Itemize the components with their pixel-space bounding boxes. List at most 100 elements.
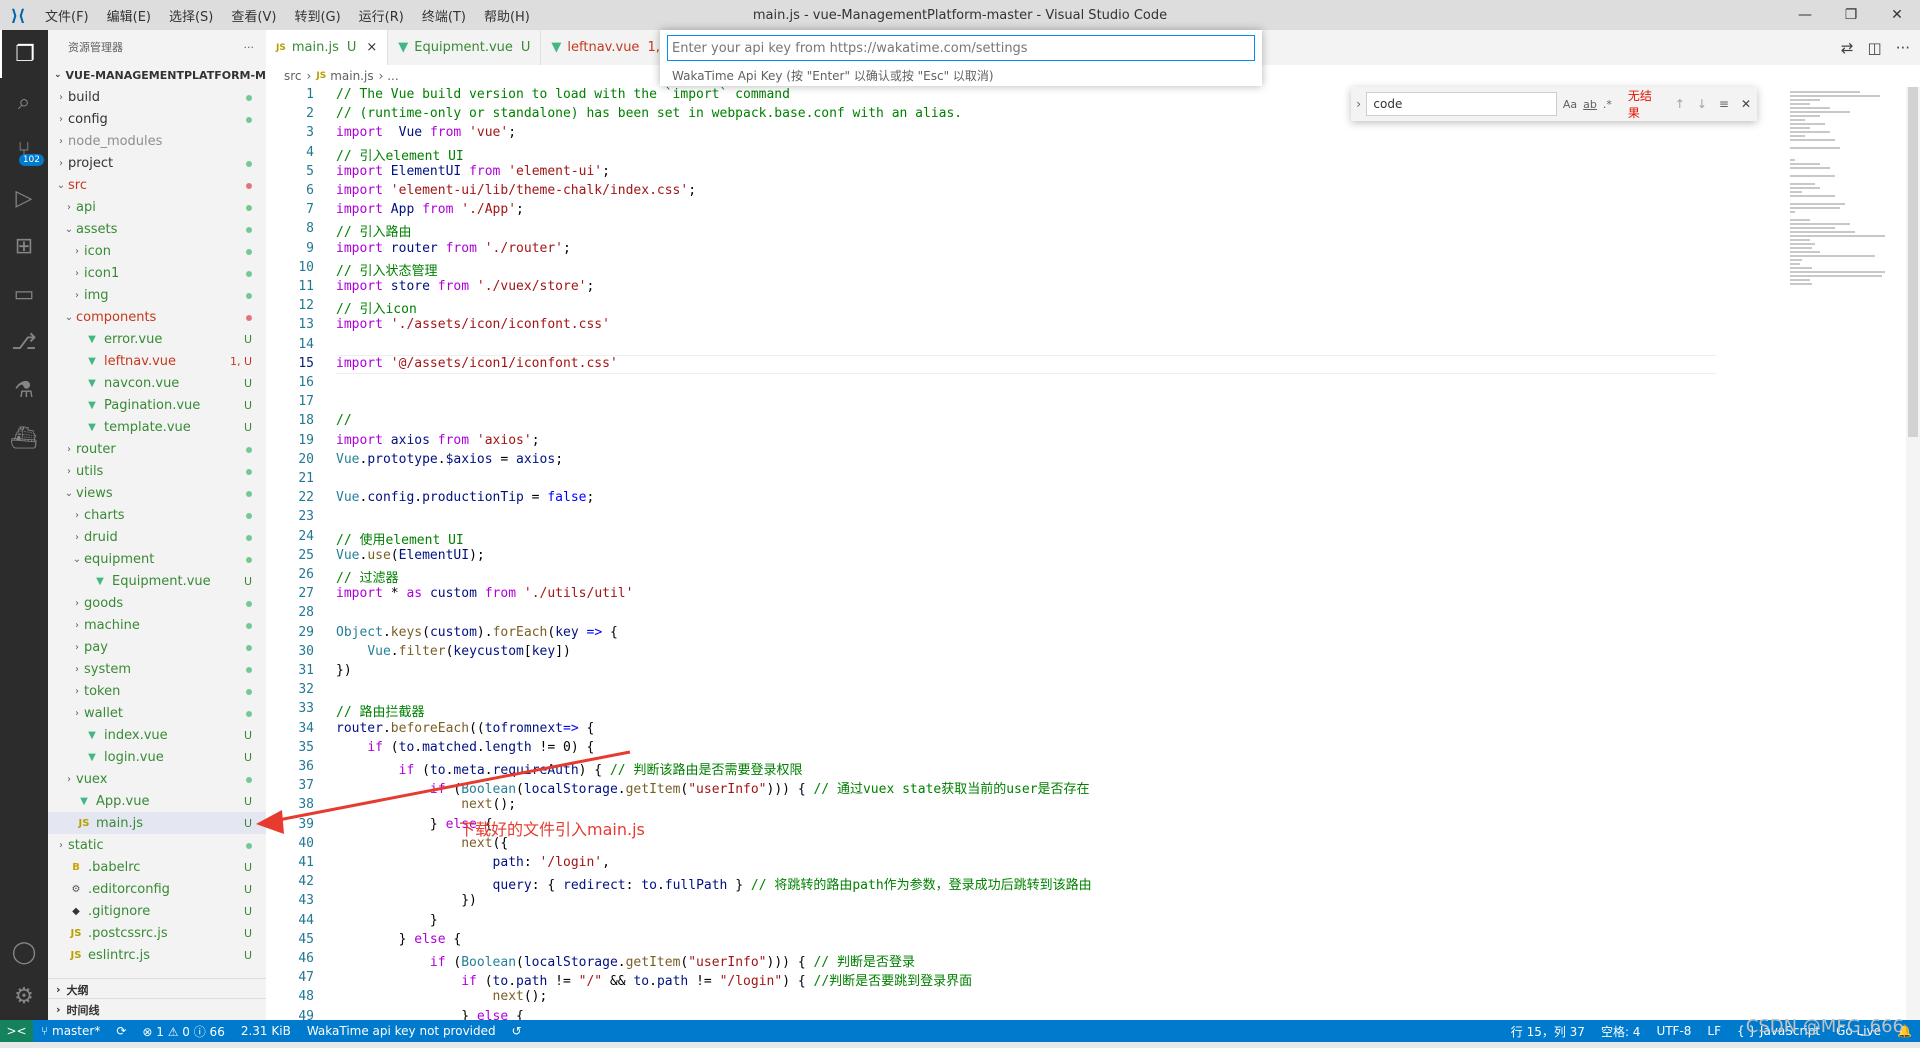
menu-item-1[interactable]: 编辑(E): [98, 6, 160, 25]
tree-item--gitignore[interactable]: ◆ .gitignore U: [48, 900, 266, 922]
code-line[interactable]: Object.keys(custom).forEach(key => {: [336, 625, 618, 640]
code-editor[interactable]: 1 // The Vue build version to load with t…: [266, 87, 1786, 1020]
compare-icon[interactable]: ⇄: [1841, 39, 1854, 57]
code-line[interactable]: }): [336, 663, 352, 678]
menu-item-4[interactable]: 转到(G): [285, 6, 349, 25]
menu-item-3[interactable]: 查看(V): [222, 6, 285, 25]
explorer-icon[interactable]: ❐: [0, 30, 48, 78]
tree-item-machine[interactable]: › machine: [48, 614, 266, 636]
tree-item-views[interactable]: ⌄ views: [48, 482, 266, 504]
tree-item-assets[interactable]: ⌄ assets: [48, 218, 266, 240]
branch-indicator[interactable]: ⑂ master*: [41, 1024, 100, 1038]
code-line[interactable]: // 引入icon: [336, 298, 417, 317]
breadcrumb-src[interactable]: src: [284, 69, 302, 83]
code-line[interactable]: //: [336, 413, 352, 428]
next-match-icon[interactable]: ↓: [1697, 97, 1707, 111]
split-editor-icon[interactable]: ◫: [1868, 39, 1882, 57]
outline-section[interactable]: › 大纲: [48, 978, 266, 1000]
tab-main-js[interactable]: JS main.js U ×: [266, 30, 389, 65]
code-line[interactable]: }: [336, 913, 438, 928]
close-find-icon[interactable]: ✕: [1741, 97, 1751, 111]
tree-item-router[interactable]: › router: [48, 438, 266, 460]
code-line[interactable]: } else {: [336, 932, 462, 947]
tree-item-leftnav-vue[interactable]: ▼ leftnav.vue 1, U: [48, 350, 266, 372]
previous-match-icon[interactable]: ↑: [1675, 97, 1685, 111]
code-line[interactable]: next();: [336, 797, 516, 812]
account-icon[interactable]: ◯: [0, 928, 48, 976]
menu-item-5[interactable]: 运行(R): [350, 6, 413, 25]
tree-item-components[interactable]: ⌄ components: [48, 306, 266, 328]
code-line[interactable]: import store from './vuex/store';: [336, 279, 594, 294]
tree-item--editorconfig[interactable]: ⚙ .editorconfig U: [48, 878, 266, 900]
tree-item-login-vue[interactable]: ▼ login.vue U: [48, 746, 266, 768]
extensions-icon[interactable]: ⊞: [0, 222, 48, 270]
regex-toggle[interactable]: .*: [1603, 98, 1612, 111]
tree-item-main-js[interactable]: JS main.js U: [48, 812, 266, 834]
code-line[interactable]: import './assets/icon/iconfont.css': [336, 317, 610, 332]
breadcrumb-file[interactable]: main.js: [330, 69, 373, 83]
tree-item-vuex[interactable]: › vuex: [48, 768, 266, 790]
tree-item-static[interactable]: › static: [48, 834, 266, 856]
code-line[interactable]: import App from './App';: [336, 202, 524, 217]
tree-item-utils[interactable]: › utils: [48, 460, 266, 482]
match-case-toggle[interactable]: Aa: [1563, 98, 1577, 111]
find-input[interactable]: code: [1366, 92, 1557, 116]
tree-item-index-vue[interactable]: ▼ index.vue U: [48, 724, 266, 746]
code-line[interactable]: import * as custom from './utils/util': [336, 586, 633, 601]
more-actions-icon[interactable]: ···: [244, 41, 255, 54]
code-line[interactable]: // 引入路由: [336, 221, 411, 240]
breadcrumb-symbol[interactable]: › ...: [379, 69, 399, 83]
code-line[interactable]: // 过滤器: [336, 567, 398, 586]
run-debug-icon[interactable]: ▷: [0, 174, 48, 222]
encoding[interactable]: UTF-8: [1656, 1024, 1691, 1038]
settings-gear-icon[interactable]: ⚙: [0, 972, 48, 1020]
tree-item-build[interactable]: › build: [48, 86, 266, 108]
code-line[interactable]: if (Boolean(localStorage.getItem("userIn…: [336, 951, 915, 970]
tree-item-pagination-vue[interactable]: ▼ Pagination.vue U: [48, 394, 266, 416]
tree-item-navcon-vue[interactable]: ▼ navcon.vue U: [48, 372, 266, 394]
remote-explorer-icon[interactable]: ▭: [0, 270, 48, 318]
tree-item-template-vue[interactable]: ▼ template.vue U: [48, 416, 266, 438]
tree-item-charts[interactable]: › charts: [48, 504, 266, 526]
tree-item-wallet[interactable]: › wallet: [48, 702, 266, 724]
code-line[interactable]: Vue.config.productionTip = false;: [336, 490, 594, 505]
minimap[interactable]: [1786, 87, 1896, 347]
sync-icon[interactable]: ⟳: [116, 1024, 126, 1038]
code-line[interactable]: Vue.filter(keycustom[key]): [336, 644, 571, 659]
code-line[interactable]: }): [336, 893, 477, 908]
indentation[interactable]: 空格: 4: [1601, 1023, 1641, 1040]
menu-item-7[interactable]: 帮助(H): [475, 6, 539, 25]
tree-item-project[interactable]: › project: [48, 152, 266, 174]
code-line[interactable]: // 引入element UI: [336, 145, 464, 164]
testing-icon[interactable]: ⚗: [0, 366, 48, 414]
tree-item-goods[interactable]: › goods: [48, 592, 266, 614]
match-word-toggle[interactable]: ab: [1583, 98, 1597, 111]
timeline-section[interactable]: › 时间线: [48, 998, 266, 1020]
code-line[interactable]: Vue.use(ElementUI);: [336, 548, 485, 563]
tree-item-api[interactable]: › api: [48, 196, 266, 218]
code-line[interactable]: path: '/login',: [336, 855, 610, 870]
restore-icon[interactable]: ❐: [1828, 0, 1874, 30]
code-line[interactable]: if (to.matched.length != 0) {: [336, 740, 594, 755]
tree-item-token[interactable]: › token: [48, 680, 266, 702]
tab-equipment-vue[interactable]: ▼ Equipment.vue U: [388, 30, 542, 65]
menu-item-0[interactable]: 文件(F): [36, 6, 98, 25]
code-line[interactable]: if (Boolean(localStorage.getItem("userIn…: [336, 778, 1090, 797]
source-control-icon[interactable]: ⑂ 102: [0, 126, 48, 174]
tree-item-eslintrc-js[interactable]: JS eslintrc.js U: [48, 944, 266, 966]
toggle-replace-icon[interactable]: ›: [1351, 97, 1366, 111]
menu-item-6[interactable]: 终端(T): [413, 6, 475, 25]
tree-item-app-vue[interactable]: ▼ App.vue U: [48, 790, 266, 812]
code-line[interactable]: // 使用element UI: [336, 529, 464, 548]
code-line[interactable]: import Vue from 'vue';: [336, 125, 516, 140]
code-line[interactable]: if (to.path != "/" && to.path != "/login…: [336, 970, 972, 989]
tree-item-druid[interactable]: › druid: [48, 526, 266, 548]
tree-item-system[interactable]: › system: [48, 658, 266, 680]
search-icon[interactable]: ⌕: [0, 78, 48, 126]
remote-indicator[interactable]: ><: [0, 1020, 33, 1042]
tree-item-img[interactable]: › img: [48, 284, 266, 306]
tree-item-error-vue[interactable]: ▼ error.vue U: [48, 328, 266, 350]
code-line[interactable]: import 'element-ui/lib/theme-chalk/index…: [336, 183, 696, 198]
wakatime-status[interactable]: WakaTime api key not provided: [307, 1024, 496, 1038]
code-line[interactable]: import axios from 'axios';: [336, 433, 540, 448]
